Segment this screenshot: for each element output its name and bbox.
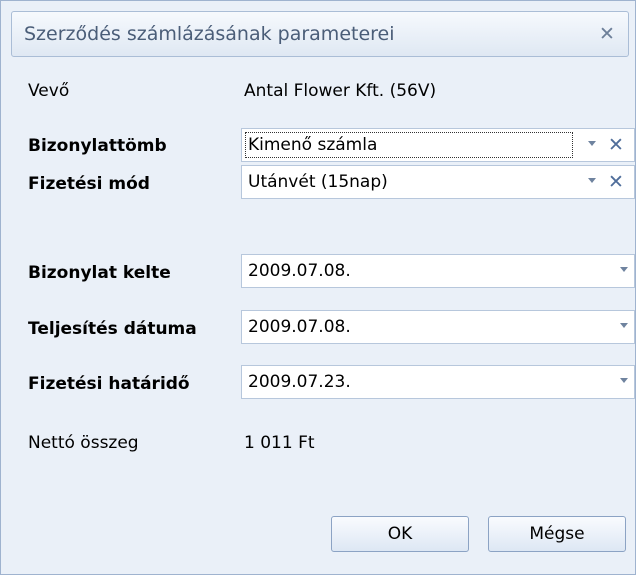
document-date-label: Bizonylat kelte xyxy=(28,263,171,283)
chevron-down-icon[interactable] xyxy=(620,323,628,328)
document-date-picker[interactable]: 2009.07.08. xyxy=(241,254,635,288)
payment-deadline-label: Fizetési határidő xyxy=(28,374,190,394)
title-bar: Szerződés számlázásának parameterei ✕ xyxy=(11,11,629,57)
payment-method-combo[interactable]: Utánvét (15nap) ✕ xyxy=(241,165,635,199)
net-amount-label: Nettó összeg xyxy=(28,433,139,453)
payment-method-label: Fizetési mód xyxy=(28,174,150,194)
net-amount-value: 1 011 Ft xyxy=(244,433,315,453)
payment-deadline-picker[interactable]: 2009.07.23. xyxy=(241,365,635,399)
window-title: Szerződés számlázásának parameterei xyxy=(24,23,395,45)
form-body: Vevő Antal Flower Kft. (56V) Bizonylattö… xyxy=(9,61,635,568)
document-date-value: 2009.07.08. xyxy=(248,261,351,281)
ok-button[interactable]: OK xyxy=(331,516,469,552)
chevron-down-icon[interactable] xyxy=(620,378,628,383)
document-block-combo[interactable]: Kimenő számla ✕ xyxy=(241,128,635,162)
fulfillment-date-picker[interactable]: 2009.07.08. xyxy=(241,310,635,344)
document-block-label: Bizonylattömb xyxy=(28,136,167,156)
clear-x-icon[interactable]: ✕ xyxy=(606,133,626,157)
payment-method-value: Utánvét (15nap) xyxy=(248,172,388,192)
chevron-down-icon[interactable] xyxy=(588,178,596,183)
customer-value: Antal Flower Kft. (56V) xyxy=(244,81,437,101)
fulfillment-date-label: Teljesítés dátuma xyxy=(28,319,197,339)
close-icon[interactable]: ✕ xyxy=(596,23,618,45)
cancel-button[interactable]: Mégse xyxy=(488,516,626,552)
dialog-window: Szerződés számlázásának parameterei ✕ Ve… xyxy=(0,0,636,575)
chevron-down-icon[interactable] xyxy=(620,267,628,272)
customer-label: Vevő xyxy=(28,81,70,101)
chevron-down-icon[interactable] xyxy=(588,141,596,146)
payment-deadline-value: 2009.07.23. xyxy=(248,372,351,392)
fulfillment-date-value: 2009.07.08. xyxy=(248,317,351,337)
clear-x-icon[interactable]: ✕ xyxy=(606,170,626,194)
document-block-value: Kimenő számla xyxy=(248,135,378,155)
